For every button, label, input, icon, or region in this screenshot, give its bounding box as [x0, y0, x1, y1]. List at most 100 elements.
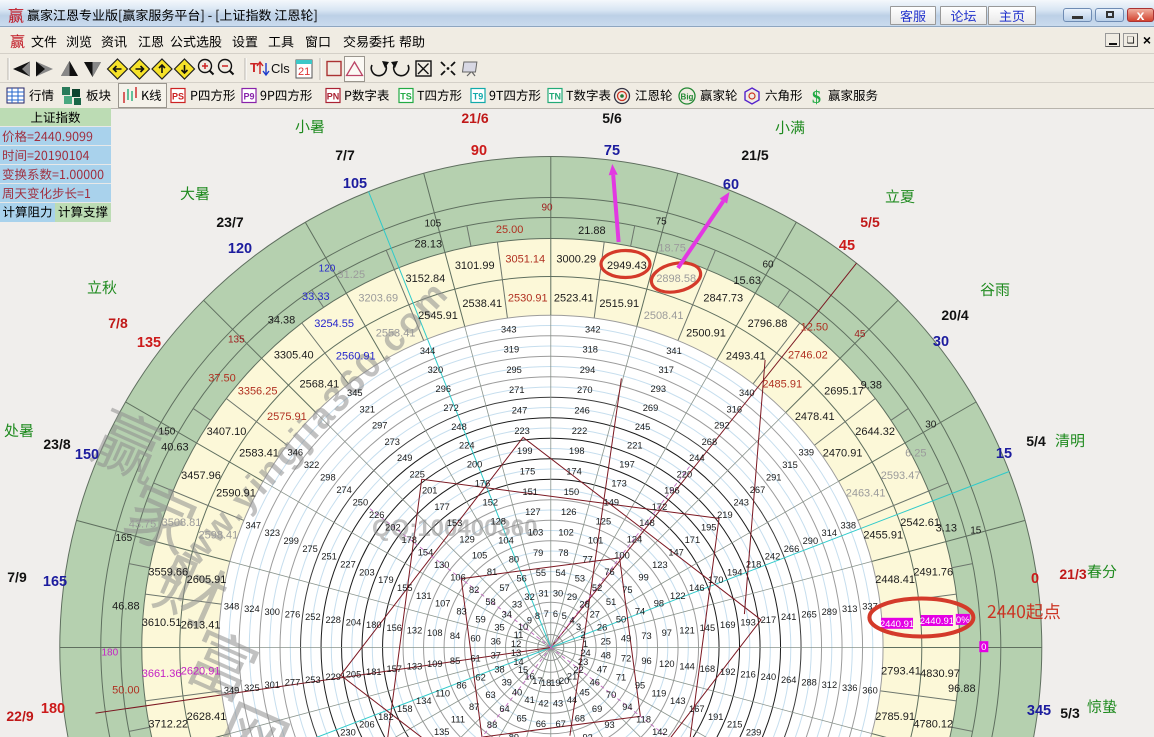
- svg-text:322: 322: [304, 460, 320, 470]
- svg-text:146: 146: [689, 583, 705, 593]
- svg-text:0: 0: [981, 642, 986, 653]
- svg-text:2: 2: [581, 630, 586, 640]
- svg-text:123: 123: [652, 560, 668, 570]
- svg-text:2785.91: 2785.91: [875, 711, 915, 723]
- svg-text:33: 33: [512, 600, 522, 610]
- svg-text:2523.41: 2523.41: [554, 292, 594, 304]
- svg-text:47: 47: [597, 665, 607, 675]
- svg-text:45: 45: [839, 238, 855, 254]
- svg-text:25.00: 25.00: [496, 224, 524, 236]
- svg-text:15.63: 15.63: [733, 275, 761, 287]
- svg-text:2568.41: 2568.41: [300, 379, 340, 391]
- svg-text:250: 250: [353, 497, 369, 507]
- svg-text:Cls: Cls: [271, 61, 290, 76]
- svg-text:7/8: 7/8: [108, 315, 128, 331]
- svg-text:133: 133: [407, 661, 423, 671]
- svg-text:127: 127: [525, 507, 541, 517]
- svg-text:83: 83: [456, 607, 466, 617]
- svg-text:2590.91: 2590.91: [216, 487, 256, 499]
- svg-text:143: 143: [670, 696, 686, 706]
- svg-text:239: 239: [746, 728, 762, 737]
- svg-text:181: 181: [366, 667, 382, 677]
- svg-text:6.25: 6.25: [905, 447, 926, 459]
- svg-text:34: 34: [502, 610, 512, 620]
- svg-text:2500.91: 2500.91: [686, 328, 726, 340]
- svg-text:77: 77: [583, 554, 593, 564]
- svg-text:120: 120: [319, 264, 336, 275]
- svg-text:21: 21: [298, 66, 310, 78]
- svg-text:242: 242: [765, 552, 781, 562]
- svg-text:249: 249: [397, 453, 413, 463]
- svg-text:15: 15: [970, 526, 982, 537]
- svg-text:3.13: 3.13: [936, 523, 957, 535]
- svg-text:28: 28: [579, 600, 589, 610]
- svg-text:4: 4: [570, 616, 575, 626]
- svg-text:12.50: 12.50: [801, 321, 829, 333]
- svg-text:63: 63: [485, 690, 495, 700]
- svg-text:204: 204: [346, 618, 362, 628]
- svg-text:124: 124: [627, 534, 643, 544]
- svg-text:45: 45: [579, 688, 589, 698]
- svg-text:53: 53: [575, 573, 585, 583]
- svg-text:59: 59: [475, 614, 485, 624]
- svg-text:37: 37: [491, 651, 501, 661]
- svg-text:228: 228: [325, 615, 341, 625]
- svg-text:295: 295: [506, 365, 522, 375]
- svg-text:148: 148: [639, 518, 655, 528]
- svg-text:244: 244: [689, 453, 705, 463]
- svg-text:2463.41: 2463.41: [846, 487, 886, 499]
- svg-text:P9: P9: [243, 92, 254, 102]
- svg-text:149: 149: [604, 498, 620, 508]
- svg-text:248: 248: [451, 422, 467, 432]
- svg-text:265: 265: [801, 610, 817, 620]
- svg-text:215: 215: [727, 720, 743, 730]
- svg-text:344: 344: [420, 346, 436, 356]
- svg-text:223: 223: [514, 426, 530, 436]
- svg-text:62: 62: [475, 673, 485, 683]
- svg-text:120: 120: [228, 241, 252, 257]
- svg-text:294: 294: [580, 365, 596, 375]
- svg-text:3661.36: 3661.36: [142, 668, 182, 680]
- svg-text:3559.66: 3559.66: [148, 566, 188, 578]
- svg-text:178: 178: [401, 535, 417, 545]
- svg-text:51: 51: [606, 597, 616, 607]
- svg-text:314: 314: [822, 528, 838, 538]
- svg-text:46: 46: [590, 677, 600, 687]
- svg-text:288: 288: [801, 678, 817, 688]
- svg-text:318: 318: [582, 345, 598, 355]
- svg-text:3254.55: 3254.55: [314, 318, 354, 330]
- svg-text:75: 75: [622, 585, 632, 595]
- svg-text:317: 317: [658, 365, 674, 375]
- svg-text:22/9: 22/9: [6, 708, 33, 724]
- svg-text:230: 230: [340, 728, 356, 737]
- svg-text:125: 125: [596, 517, 612, 527]
- svg-text:154: 154: [418, 547, 434, 557]
- svg-text:99: 99: [638, 572, 648, 582]
- svg-text:2898.58: 2898.58: [656, 273, 696, 285]
- svg-text:37.50: 37.50: [208, 373, 236, 385]
- svg-text:3508.81: 3508.81: [162, 517, 202, 529]
- svg-text:142: 142: [652, 727, 668, 737]
- svg-text:135: 135: [434, 727, 450, 737]
- svg-text:2538.41: 2538.41: [462, 298, 502, 310]
- svg-text:95: 95: [635, 680, 645, 690]
- svg-text:2593.47: 2593.47: [881, 470, 921, 482]
- svg-text:65: 65: [517, 714, 527, 724]
- svg-text:33.33: 33.33: [302, 291, 330, 303]
- svg-text:5: 5: [562, 611, 567, 621]
- svg-text:90: 90: [541, 203, 553, 214]
- svg-text:2575.91: 2575.91: [267, 411, 307, 423]
- svg-text:171: 171: [685, 535, 701, 545]
- svg-text:177: 177: [434, 502, 450, 512]
- svg-text:2613.41: 2613.41: [181, 620, 221, 632]
- svg-text:152: 152: [483, 498, 499, 508]
- svg-text:60: 60: [762, 260, 774, 271]
- svg-text:296: 296: [436, 384, 452, 394]
- svg-text:180: 180: [41, 701, 65, 717]
- svg-text:323: 323: [265, 528, 281, 538]
- svg-text:24: 24: [580, 648, 590, 658]
- svg-text:70: 70: [606, 690, 616, 700]
- svg-text:2746.02: 2746.02: [788, 349, 828, 361]
- svg-text:3: 3: [576, 622, 581, 632]
- svg-text:144: 144: [679, 661, 695, 671]
